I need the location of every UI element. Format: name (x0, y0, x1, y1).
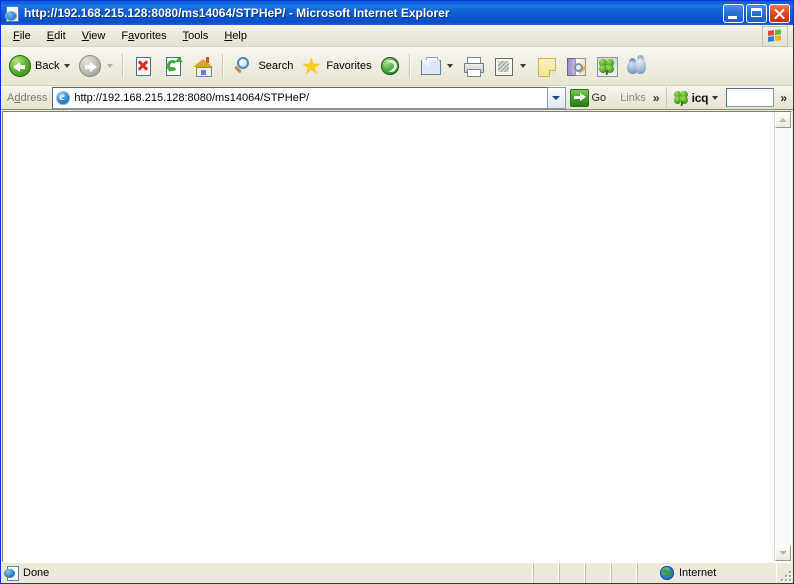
favorites-button-label: Favorites (326, 60, 372, 72)
security-zone-panel[interactable]: Internet (637, 563, 777, 583)
address-toolbar: Address http://192.168.215.128:8080/ms14… (1, 86, 793, 110)
printer-icon (461, 54, 485, 78)
icq-clover-icon (673, 90, 690, 106)
scroll-down-button[interactable] (775, 545, 791, 561)
search-button[interactable]: Search (228, 50, 296, 82)
stop-button[interactable] (128, 50, 158, 82)
chevron-down-icon[interactable] (712, 95, 719, 100)
main-toolbar: Back Search Favorites (1, 47, 793, 86)
menu-item-favorites[interactable]: Favorites (113, 27, 174, 45)
notes-button[interactable] (531, 50, 561, 82)
mail-icon (418, 54, 442, 78)
media-button[interactable] (375, 50, 405, 82)
messenger-icon (624, 54, 648, 78)
page-canvas[interactable] (3, 112, 774, 561)
research-icon (564, 54, 588, 78)
forward-button[interactable] (75, 50, 118, 82)
menu-item-tools[interactable]: Tools (175, 27, 217, 45)
forward-arrow-icon (78, 54, 102, 78)
star-icon (299, 54, 323, 78)
mail-button[interactable] (415, 50, 458, 82)
ie-browser-window: http://192.168.215.128:8080/ms14064/STPH… (0, 0, 794, 584)
window-title: http://192.168.215.128:8080/ms14064/STPH… (24, 6, 450, 20)
icq-clover-icon (594, 54, 618, 78)
ie-document-icon[interactable] (4, 5, 20, 22)
menu-item-view[interactable]: View (74, 27, 114, 45)
go-button-label: Go (591, 91, 607, 104)
internet-globe-icon (660, 566, 674, 580)
status-panel-filler (585, 563, 611, 583)
links-bar-label[interactable]: Links (612, 92, 649, 104)
chevron-down-icon[interactable] (107, 64, 114, 68)
address-input[interactable]: http://192.168.215.128:8080/ms14064/STPH… (52, 86, 548, 109)
menu-item-help[interactable]: Help (216, 27, 255, 45)
scroll-up-button[interactable] (775, 112, 791, 128)
scrollbar-track[interactable] (775, 128, 791, 545)
refresh-icon (161, 54, 185, 78)
menu-bar: File Edit View Favorites Tools Help (1, 25, 793, 47)
edit-page-icon (491, 54, 515, 78)
toolbar-separator (122, 54, 125, 78)
resize-grip[interactable] (777, 563, 793, 583)
research-button[interactable] (561, 50, 591, 82)
status-bar: Done Internet (1, 562, 793, 583)
go-button[interactable]: Go (566, 87, 613, 109)
document-frame (2, 111, 792, 562)
yellow-note-icon (534, 54, 558, 78)
home-button[interactable] (188, 50, 218, 82)
ie-globe-icon (55, 89, 71, 106)
stop-icon (131, 54, 155, 78)
icq-search-input[interactable] (726, 88, 775, 107)
address-dropdown-button[interactable] (547, 86, 566, 109)
refresh-button[interactable] (158, 50, 188, 82)
toolbar-separator (222, 54, 225, 78)
ie-document-icon (4, 566, 19, 581)
content-area (1, 110, 793, 562)
chevron-down-icon[interactable] (64, 64, 71, 68)
back-arrow-icon (8, 54, 32, 78)
edit-button[interactable] (488, 50, 531, 82)
icq-toolbar-button[interactable] (591, 50, 621, 82)
search-icon (231, 54, 255, 78)
media-globe-icon (378, 54, 402, 78)
menu-item-edit[interactable]: Edit (39, 27, 74, 45)
go-arrow-icon (569, 88, 589, 107)
back-button-label: Back (35, 60, 60, 72)
back-button[interactable]: Back (5, 50, 75, 82)
address-value: http://192.168.215.128:8080/ms14064/STPH… (74, 91, 310, 104)
icq-label[interactable]: icq (692, 91, 709, 105)
minimize-button[interactable] (723, 3, 744, 23)
chevron-down-icon[interactable] (446, 64, 453, 68)
address-label: Address (7, 91, 48, 104)
status-text: Done (23, 567, 50, 579)
menu-item-file[interactable]: File (5, 27, 39, 45)
scroll-down-arrow-icon (779, 551, 787, 555)
vertical-scrollbar[interactable] (774, 112, 791, 561)
search-button-label: Search (258, 60, 294, 72)
chevron-down-icon (552, 95, 560, 100)
status-panel-filler (611, 563, 637, 583)
chevron-down-icon[interactable] (519, 64, 526, 68)
status-panel-filler (533, 563, 559, 583)
caption-buttons (723, 3, 791, 23)
status-message-panel: Done (1, 563, 533, 583)
close-button[interactable] (769, 3, 790, 23)
toolbar-separator (408, 54, 411, 78)
zone-text: Internet (679, 567, 717, 579)
status-panel-filler (559, 563, 585, 583)
maximize-button[interactable] (746, 3, 767, 23)
messenger-button[interactable] (621, 50, 651, 82)
links-overflow-icon[interactable]: » (649, 92, 664, 104)
title-bar[interactable]: http://192.168.215.128:8080/ms14064/STPH… (1, 1, 793, 25)
print-button[interactable] (458, 50, 488, 82)
icq-toolbar: icq » (665, 87, 793, 108)
favorites-button[interactable]: Favorites (296, 50, 374, 82)
home-icon (191, 54, 215, 78)
windows-flag-logo[interactable] (762, 26, 788, 47)
scroll-up-arrow-icon (779, 118, 787, 122)
toolbar-overflow-icon[interactable]: » (776, 92, 791, 104)
